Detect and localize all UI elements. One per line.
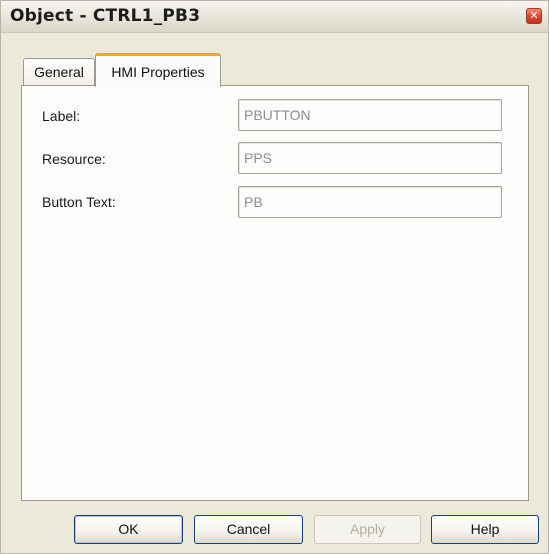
button-text-field-label: Button Text: (42, 194, 116, 210)
resource-field[interactable]: PPS (238, 142, 502, 174)
ok-button[interactable]: OK (74, 515, 183, 544)
hmi-properties-panel: Label: PBUTTON Resource: PPS Button Text… (21, 85, 529, 501)
help-button[interactable]: Help (431, 515, 539, 544)
resource-field-label: Resource: (42, 151, 106, 167)
label-field-label: Label: (42, 108, 81, 124)
tab-general[interactable]: General (23, 58, 95, 86)
label-field[interactable]: PBUTTON (238, 99, 502, 131)
apply-button[interactable]: Apply (314, 515, 421, 544)
button-text-field[interactable]: PB (238, 186, 502, 218)
object-dialog: Object - CTRL1_PB3 ✕ General HMI Propert… (0, 0, 549, 554)
cancel-button[interactable]: Cancel (194, 515, 303, 544)
tab-hmi-properties[interactable]: HMI Properties (95, 53, 221, 87)
title-bar[interactable]: Object - CTRL1_PB3 ✕ (1, 1, 548, 33)
close-icon[interactable]: ✕ (526, 8, 542, 24)
window-title: Object - CTRL1_PB3 (10, 6, 201, 26)
